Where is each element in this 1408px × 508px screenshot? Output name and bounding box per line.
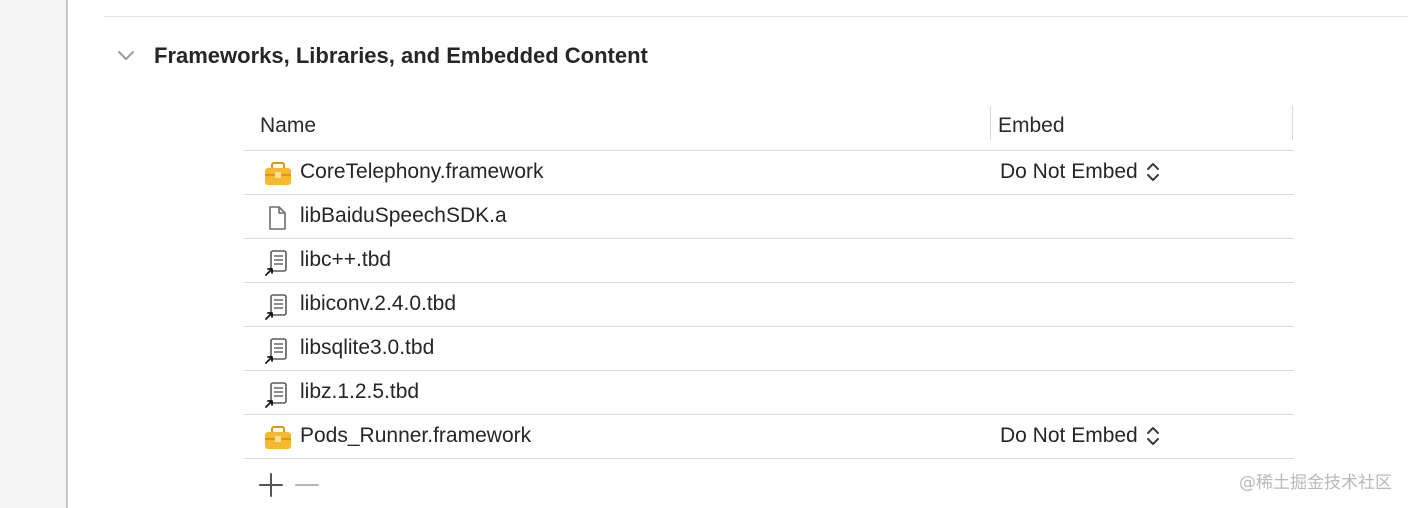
toolbox-icon [264, 425, 291, 451]
alias-text-file-icon [264, 337, 290, 364]
section-header[interactable]: Frameworks, Libraries, and Embedded Cont… [116, 40, 648, 72]
watermark: @稀土掘金技术社区 [1239, 473, 1392, 493]
toolbox-icon [264, 161, 291, 187]
embed-value: Do Not Embed [1000, 160, 1138, 183]
column-separator[interactable] [990, 106, 991, 140]
file-name: libc++.tbd [300, 248, 392, 271]
table-header: Name Embed [244, 106, 1294, 151]
up-down-chevron-icon [1146, 163, 1159, 181]
embed-popup-button[interactable]: Do Not Embed [1000, 160, 1160, 184]
embed-popup-button[interactable]: Do Not Embed [1000, 424, 1160, 448]
plus-icon[interactable] [256, 470, 286, 500]
left-pane-edge [0, 0, 68, 508]
file-name: libiconv.2.4.0.tbd [300, 292, 457, 315]
minus-icon[interactable] [292, 470, 322, 500]
top-divider [104, 16, 1408, 17]
section-title: Frameworks, Libraries, and Embedded Cont… [154, 43, 648, 68]
table-toolbar [256, 470, 328, 500]
table-row[interactable]: CoreTelephony.framework Do Not Embed [244, 151, 1294, 195]
file-name: libsqlite3.0.tbd [300, 336, 435, 359]
file-name: Pods_Runner.framework [300, 424, 532, 447]
file-name: libBaiduSpeechSDK.a [300, 204, 507, 227]
table-row[interactable]: libBaiduSpeechSDK.a [244, 195, 1294, 239]
chevron-down-icon[interactable] [116, 46, 136, 66]
table-row[interactable]: Pods_Runner.framework Do Not Embed [244, 415, 1294, 459]
embed-value: Do Not Embed [1000, 424, 1138, 447]
alias-text-file-icon [264, 249, 290, 276]
file-name: CoreTelephony.framework [300, 160, 544, 183]
table-row[interactable]: libiconv.2.4.0.tbd [244, 283, 1294, 327]
table-row[interactable]: libc++.tbd [244, 239, 1294, 283]
file-icon [264, 205, 290, 231]
alias-text-file-icon [264, 381, 290, 408]
column-header-embed[interactable]: Embed [998, 114, 1065, 138]
up-down-chevron-icon [1146, 427, 1159, 445]
column-separator[interactable] [1292, 106, 1293, 140]
file-name: libz.1.2.5.tbd [300, 380, 420, 403]
alias-text-file-icon [264, 293, 290, 320]
column-header-name[interactable]: Name [260, 114, 316, 138]
table-row[interactable]: libz.1.2.5.tbd [244, 371, 1294, 415]
table-row[interactable]: libsqlite3.0.tbd [244, 327, 1294, 371]
frameworks-table: Name Embed CoreTelephony.framework Do No… [244, 106, 1294, 459]
